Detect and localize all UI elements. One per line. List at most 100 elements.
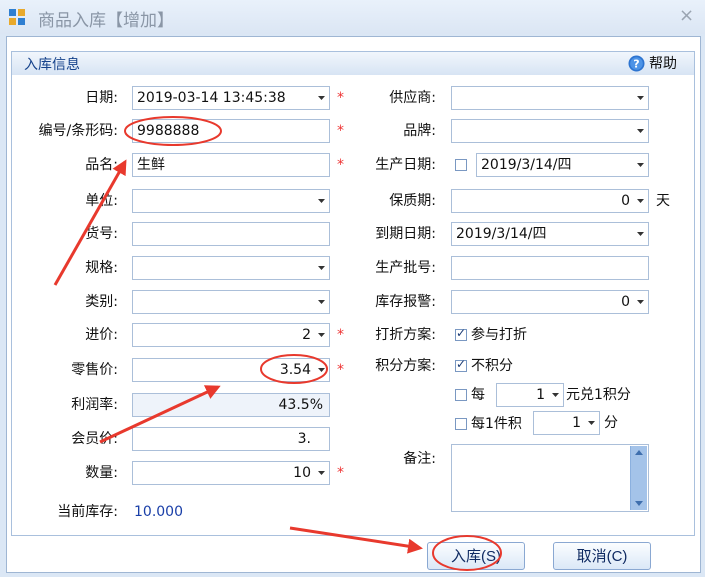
shelf-life-label: 保质期: <box>389 193 436 209</box>
quantity-spin[interactable]: 10 <box>132 461 330 485</box>
shelf-life-value: 0 <box>621 193 630 209</box>
chevron-down-icon[interactable] <box>313 87 329 109</box>
points-per-yuan-prefix[interactable]: 每 <box>471 385 485 405</box>
name-input[interactable]: 生鲜 <box>132 153 330 177</box>
submit-button[interactable]: 入库(S) <box>427 542 525 570</box>
required-mark: * <box>337 327 344 343</box>
stock-alert-spin[interactable]: 0 <box>451 290 649 314</box>
discount-plan-label: 打折方案: <box>375 327 436 343</box>
help-label: 帮助 <box>649 56 677 72</box>
points-per-yuan-suffix: 元兑1积分 <box>566 387 631 403</box>
chevron-down-icon[interactable] <box>313 324 329 346</box>
chevron-down-icon[interactable] <box>313 291 329 313</box>
retail-price-spin[interactable]: 3.54 <box>132 358 330 382</box>
production-date-picker[interactable]: 2019/3/14/四 <box>476 153 649 177</box>
member-price-label: 会员价: <box>71 431 118 447</box>
shelf-life-unit: 天 <box>656 193 670 209</box>
required-mark: * <box>337 157 344 173</box>
chevron-down-icon[interactable] <box>632 154 648 176</box>
svg-text:?: ? <box>633 57 639 70</box>
group-title: 入库信息 <box>24 57 80 73</box>
quantity-value: 10 <box>293 465 311 481</box>
batch-no-label: 生产批号: <box>375 260 436 276</box>
retail-price-value: 3.54 <box>279 362 311 378</box>
item-no-input[interactable] <box>132 222 330 246</box>
points-per-item-suffix: 分 <box>604 415 618 431</box>
profit-rate-field: 43.5% <box>132 393 330 417</box>
discount-option-label[interactable]: 参与打折 <box>471 325 527 345</box>
retail-price-label: 零售价: <box>71 362 118 378</box>
quantity-label: 数量: <box>85 465 118 481</box>
no-points-option-label[interactable]: 不积分 <box>471 356 513 376</box>
production-date-checkbox[interactable] <box>455 159 467 171</box>
barcode-input[interactable]: 9988888 <box>132 119 330 143</box>
spec-label: 规格: <box>85 260 118 276</box>
required-mark: * <box>337 362 344 378</box>
points-per-yuan-checkbox[interactable] <box>455 389 467 401</box>
chevron-down-icon[interactable] <box>547 384 563 406</box>
points-per-item-spin[interactable]: 1 <box>533 411 600 435</box>
points-per-item-checkbox[interactable] <box>455 418 467 430</box>
member-price-value: 3. <box>297 431 311 447</box>
window-title: 商品入库【增加】 <box>38 11 174 31</box>
brand-label: 品牌: <box>403 123 436 139</box>
discount-checkbox[interactable] <box>455 326 467 341</box>
supplier-label: 供应商: <box>389 90 436 106</box>
chevron-down-icon[interactable] <box>632 87 648 109</box>
points-per-item-value: 1 <box>572 415 581 431</box>
points-per-item-prefix[interactable]: 每1件积 <box>471 414 522 434</box>
name-label: 品名: <box>85 157 118 173</box>
date-field[interactable]: 2019-03-14 13:45:38 <box>132 86 330 110</box>
points-per-yuan-spin[interactable]: 1 <box>496 383 564 407</box>
barcode-label: 编号/条形码: <box>38 123 118 139</box>
app-icon <box>9 9 25 25</box>
chevron-down-icon[interactable] <box>632 223 648 245</box>
required-mark: * <box>337 465 344 481</box>
batch-no-input[interactable] <box>451 256 649 280</box>
expiry-date-picker[interactable]: 2019/3/14/四 <box>451 222 649 246</box>
current-stock-value: 10.000 <box>134 504 183 520</box>
production-date-value: 2019/3/14/四 <box>481 157 572 173</box>
category-select[interactable] <box>132 290 330 314</box>
cost-price-value: 2 <box>302 327 311 343</box>
remarks-textarea[interactable] <box>451 444 649 512</box>
cost-price-spin[interactable]: 2 <box>132 323 330 347</box>
remarks-scrollbar[interactable] <box>630 446 647 510</box>
production-date-label: 生产日期: <box>375 157 436 173</box>
stock-alert-label: 库存报警: <box>375 294 436 310</box>
chevron-down-icon[interactable] <box>313 462 329 484</box>
barcode-value: 9988888 <box>137 123 200 139</box>
profit-rate-value: 43.5% <box>278 397 323 413</box>
title-bar: 商品入库【增加】 × <box>0 0 705 34</box>
no-points-checkbox[interactable] <box>455 357 467 372</box>
supplier-select[interactable] <box>451 86 649 110</box>
chevron-down-icon[interactable] <box>632 120 648 142</box>
expiry-date-label: 到期日期: <box>375 226 436 242</box>
close-icon[interactable]: × <box>679 5 694 26</box>
spec-select[interactable] <box>132 256 330 280</box>
remarks-label: 备注: <box>403 451 436 467</box>
date-value: 2019-03-14 13:45:38 <box>137 90 286 106</box>
required-mark: * <box>337 123 344 139</box>
points-plan-label: 积分方案: <box>375 358 436 374</box>
chevron-down-icon[interactable] <box>632 190 648 212</box>
scroll-arrows-icon <box>635 450 643 506</box>
unit-select[interactable] <box>132 189 330 213</box>
chevron-down-icon[interactable] <box>313 359 329 381</box>
member-price-spin[interactable]: 3. <box>132 427 330 451</box>
cancel-button[interactable]: 取消(C) <box>553 542 651 570</box>
brand-select[interactable] <box>451 119 649 143</box>
item-no-label: 货号: <box>85 226 118 242</box>
cost-price-label: 进价: <box>85 327 118 343</box>
required-mark: * <box>337 90 344 106</box>
unit-label: 单位: <box>85 193 118 209</box>
chevron-down-icon[interactable] <box>313 190 329 212</box>
name-value: 生鲜 <box>137 157 165 173</box>
help-button[interactable]: ? 帮助 <box>628 53 677 73</box>
chevron-down-icon[interactable] <box>583 412 599 434</box>
date-label: 日期: <box>85 90 118 106</box>
chevron-down-icon[interactable] <box>632 291 648 313</box>
expiry-date-value: 2019/3/14/四 <box>456 226 547 242</box>
shelf-life-spin[interactable]: 0 <box>451 189 649 213</box>
chevron-down-icon[interactable] <box>313 257 329 279</box>
